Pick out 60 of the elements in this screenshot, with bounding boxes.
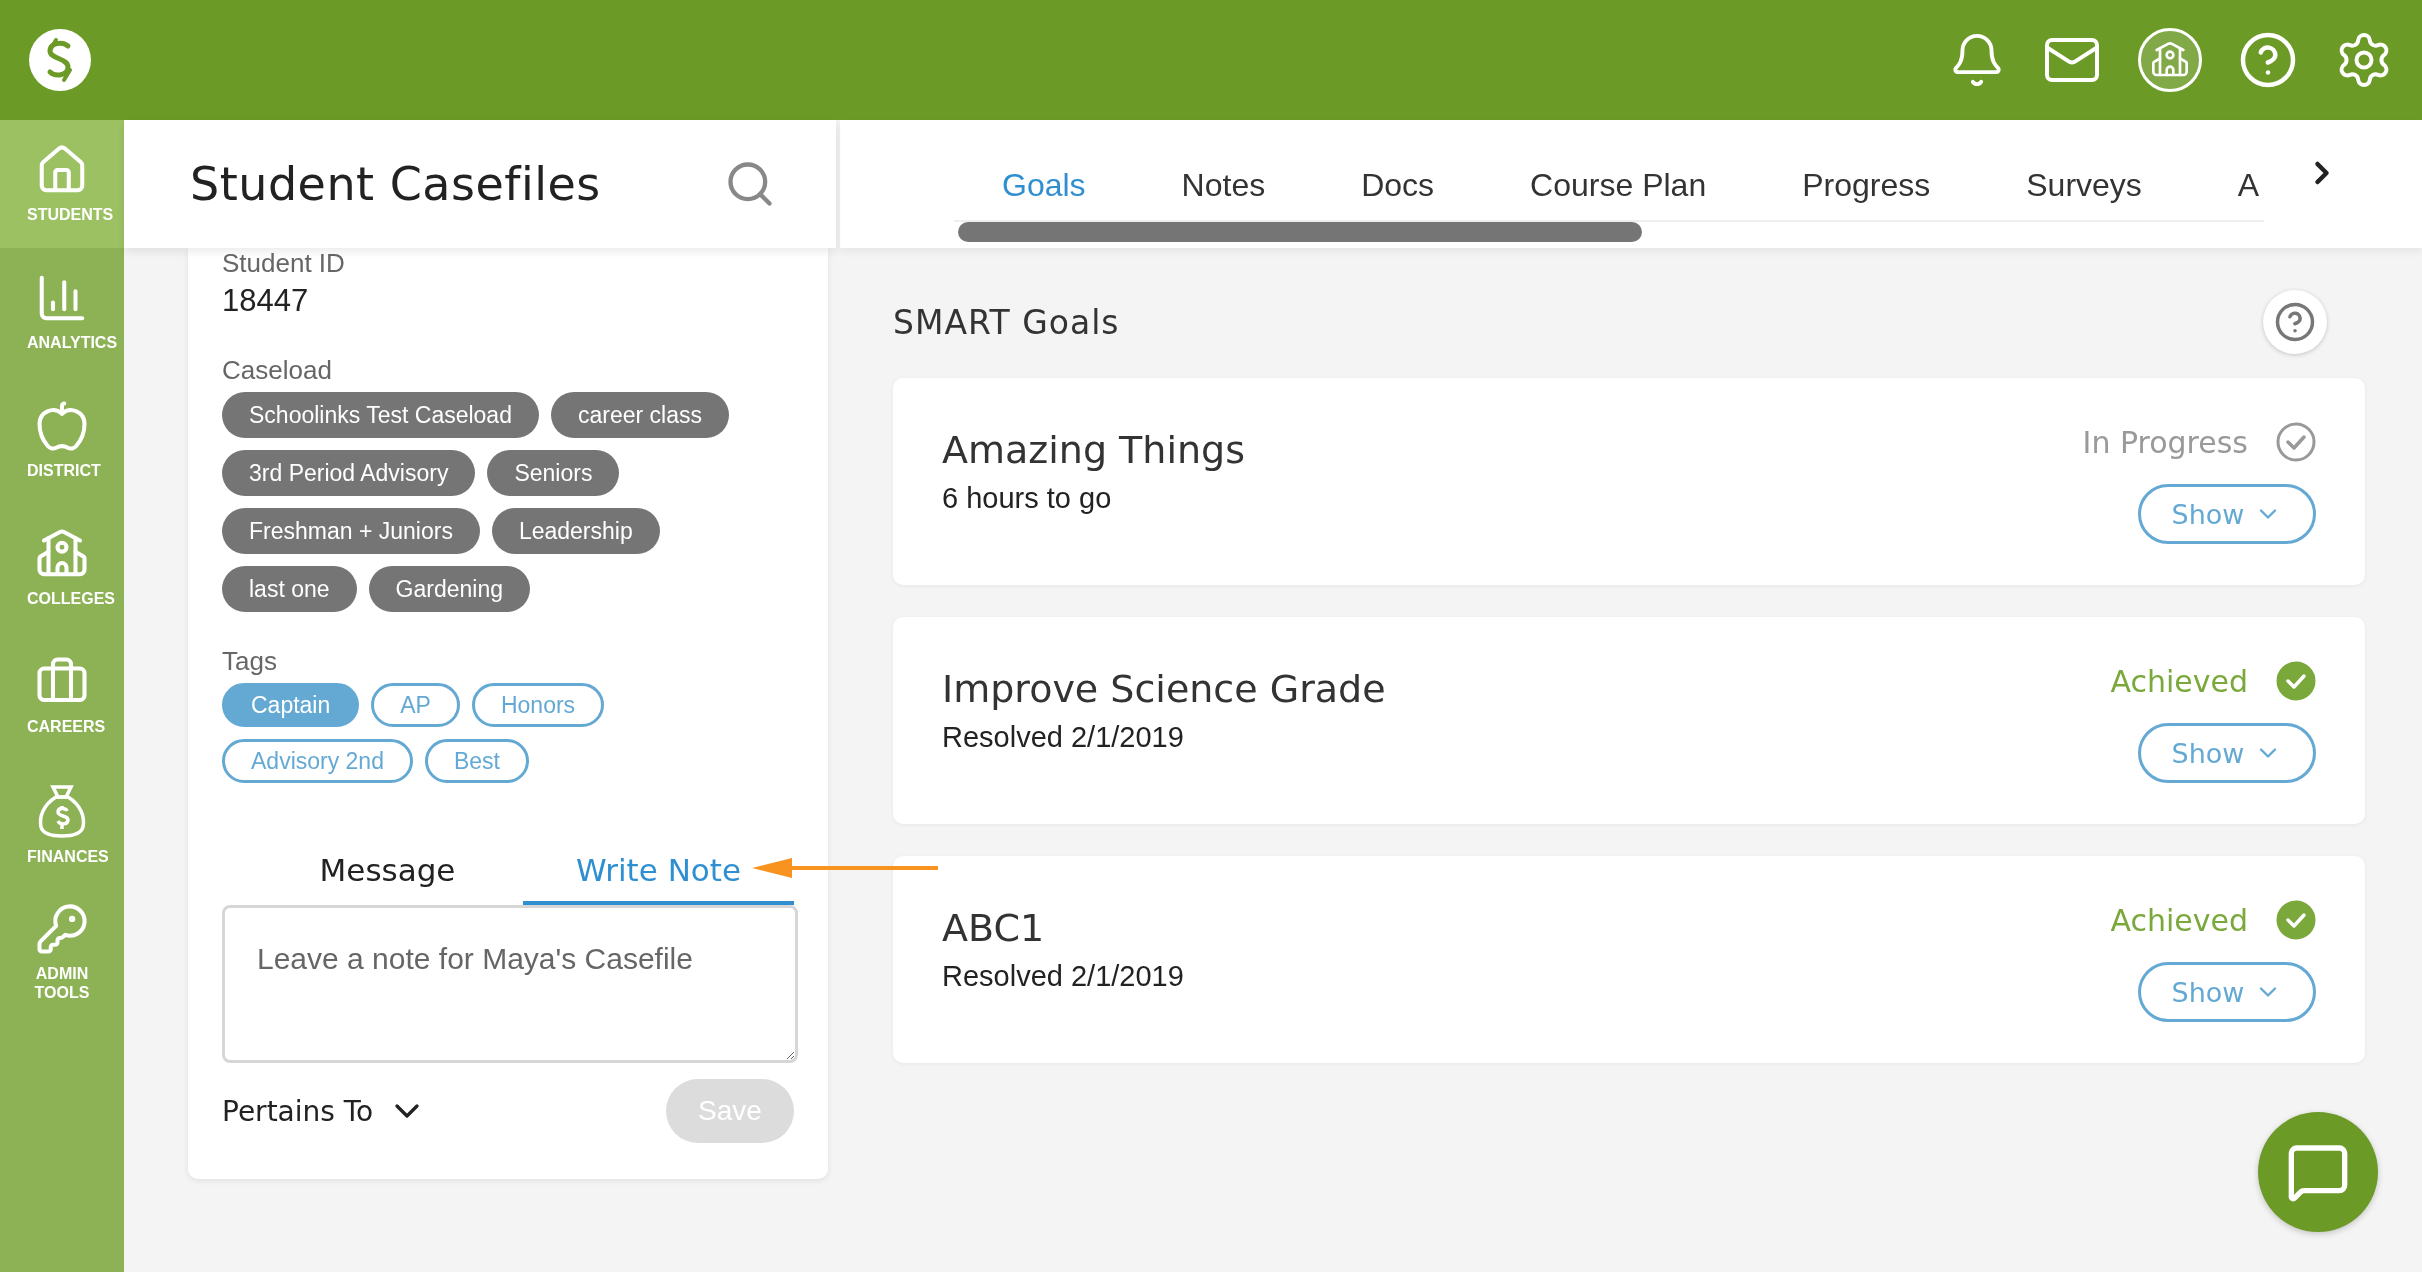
- sidebar-item[interactable]: FINANCES: [0, 760, 124, 888]
- sidebar-item[interactable]: ANALYTICS: [0, 248, 124, 376]
- panel-title: Student Casefiles: [190, 157, 601, 211]
- sidebar-item[interactable]: STUDENTS: [0, 120, 124, 248]
- caseload-chip: Leadership: [491, 508, 660, 554]
- show-button[interactable]: Show: [2138, 723, 2316, 783]
- tag-chip[interactable]: Advisory 2nd: [222, 739, 413, 783]
- tab[interactable]: Course Plan: [1482, 150, 1755, 220]
- caseload-chip: Gardening: [368, 566, 530, 612]
- tab[interactable]: Surveys: [1978, 150, 2190, 220]
- tab[interactable]: Docs: [1313, 150, 1483, 220]
- school-button[interactable]: [2138, 28, 2202, 92]
- goal-detail: 6 hours to go: [942, 482, 1113, 515]
- note-field[interactable]: Leave a note for Maya's Casefile: [222, 905, 798, 1063]
- tab[interactable]: Progress: [1754, 150, 1979, 220]
- field-label: Student ID: [222, 248, 346, 279]
- check-circle-icon: [2276, 422, 2316, 462]
- field-label: Caseload: [222, 355, 333, 386]
- tag-chip[interactable]: Best: [424, 739, 529, 783]
- scrollbar-thumb[interactable]: [958, 222, 1642, 242]
- help-button[interactable]: [2238, 30, 2298, 90]
- goal-detail: Resolved 2/1/2019: [942, 960, 1184, 993]
- sidebar-item[interactable]: ADMIN TOOLS: [0, 888, 124, 1016]
- caseload-chip: Freshman + Juniors: [222, 508, 480, 554]
- goal-detail: Resolved 2/1/2019: [942, 721, 1185, 754]
- note-tab[interactable]: Message: [252, 839, 523, 905]
- goal-title: Amazing Things: [942, 428, 1245, 472]
- sidebar-item[interactable]: CAREERS: [0, 632, 124, 760]
- field-label: Tags: [222, 646, 278, 677]
- goal-status: In Progress: [2082, 424, 2248, 460]
- tab[interactable]: Notes: [1133, 150, 1314, 220]
- student-id: 18447: [222, 283, 310, 319]
- caseload-chip: career class: [550, 392, 729, 438]
- help-icon: [2238, 30, 2298, 90]
- goal-status: Achieved: [2110, 663, 2248, 699]
- show-button[interactable]: Show: [2138, 484, 2316, 544]
- caseload-chip: Seniors: [487, 450, 620, 496]
- key-icon: [35, 901, 89, 956]
- check-circle-icon: [2276, 900, 2316, 940]
- goal-status: Achieved: [2110, 902, 2248, 938]
- sidebar-item[interactable]: DISTRICT: [0, 376, 124, 504]
- caseload-chip: 3rd Period Advisory: [222, 450, 476, 496]
- tab[interactable]: Goals: [954, 150, 1134, 220]
- check-circle-icon: [2276, 661, 2316, 701]
- goal-title: ABC1: [942, 906, 1046, 950]
- tab[interactable]: A: [2189, 150, 2264, 220]
- help-button[interactable]: [2263, 290, 2327, 354]
- caseload-chip: Schoolinks Test Caseload: [222, 392, 539, 438]
- help-icon: [2274, 301, 2316, 343]
- goal-title: Improve Science Grade: [942, 667, 1386, 711]
- tag-chip[interactable]: Honors: [471, 683, 605, 727]
- sidebar-item[interactable]: COLLEGES: [0, 504, 124, 632]
- show-button[interactable]: Show: [2138, 962, 2316, 1022]
- tag-chip[interactable]: AP: [371, 683, 460, 727]
- tag-chip[interactable]: Captain: [222, 683, 360, 727]
- section-title: SMART Goals: [893, 302, 1120, 342]
- logo-icon[interactable]: [28, 28, 92, 92]
- pertains-to-dropdown[interactable]: Pertains To: [222, 1091, 428, 1131]
- chat-button[interactable]: [2258, 1112, 2378, 1232]
- caseload-chip: last one: [222, 566, 357, 612]
